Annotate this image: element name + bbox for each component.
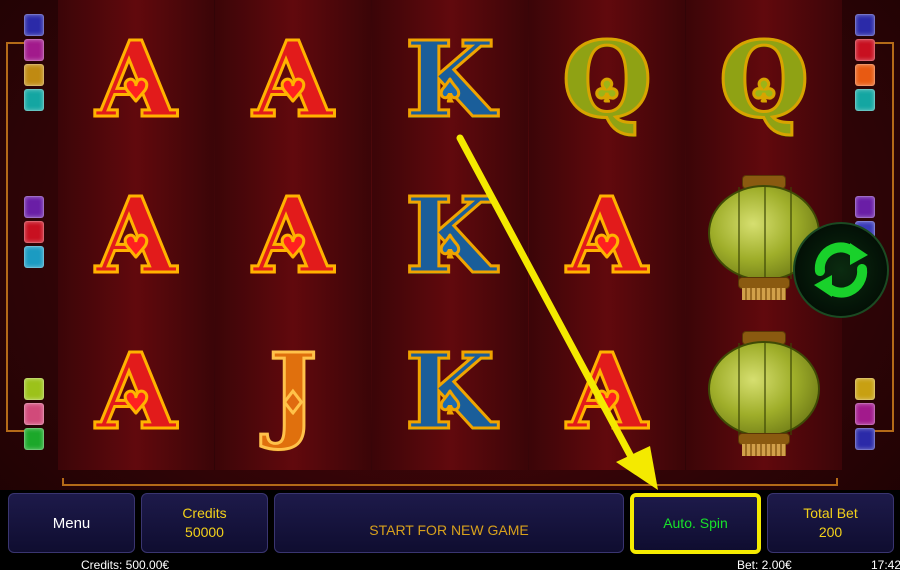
symbol-letter: A ♥	[94, 330, 178, 453]
status-credits: Credits: 500.00€	[81, 558, 170, 570]
reel-4: Q ♣ A ♥ A ♥	[529, 0, 685, 470]
symbol-cell	[686, 314, 842, 470]
symbol-letter: J ♦	[267, 330, 319, 453]
symbol-letter: A ♥	[251, 18, 335, 141]
payline-marker	[855, 428, 875, 450]
payline-marker	[24, 89, 44, 111]
credits-display[interactable]: Credits 50000	[141, 493, 268, 553]
status-time: 17:42	[871, 558, 900, 570]
auto-spin-button[interactable]: Auto. Spin	[630, 493, 761, 554]
symbol-letter: K ♠	[403, 174, 496, 297]
symbol-cell: A ♥	[215, 158, 371, 314]
diamond-icon: ♦	[278, 386, 308, 422]
payline-markers-left-middle	[24, 196, 44, 268]
credits-value: 50000	[185, 524, 224, 540]
spin-button[interactable]	[793, 222, 889, 318]
total-bet-display[interactable]: Total Bet 200	[767, 493, 894, 553]
symbol-letter: A ♥	[565, 174, 649, 297]
reels-grid: A ♥ A ♥ A ♥ A ♥ A ♥ J ♦ K ♠ K ♠ K ♠ Q ♣ A ♥ A ♥ Q ♣	[58, 0, 842, 470]
total-bet-value: 200	[818, 524, 843, 540]
payline-markers-right-bottom	[855, 378, 875, 450]
symbol-letter: A ♥	[251, 174, 335, 297]
reel-3: K ♠ K ♠ K ♠	[372, 0, 528, 470]
symbol-letter: A ♥	[565, 330, 649, 453]
payline-marker	[24, 428, 44, 450]
symbol-cell: A ♥	[58, 314, 214, 470]
symbol-cell: A ♥	[58, 2, 214, 158]
heart-icon: ♥	[278, 74, 308, 110]
refresh-icon	[814, 242, 868, 298]
club-icon: ♣	[749, 74, 779, 110]
payline-marker	[24, 14, 44, 36]
heart-icon: ♥	[592, 386, 622, 422]
payline-marker	[855, 89, 875, 111]
symbol-cell: J ♦	[215, 314, 371, 470]
menu-label: Menu	[52, 514, 91, 532]
bottom-frame	[62, 478, 838, 486]
symbol-cell: K ♠	[372, 2, 528, 158]
payline-marker	[24, 39, 44, 61]
symbol-letter: Q ♣	[717, 18, 811, 141]
spade-icon: ♠	[435, 230, 465, 266]
menu-button[interactable]: Menu	[8, 493, 135, 553]
heart-icon: ♥	[121, 386, 151, 422]
left-frame	[6, 42, 26, 432]
payline-marker	[24, 403, 44, 425]
payline-marker	[855, 403, 875, 425]
payline-marker	[855, 378, 875, 400]
payline-marker	[855, 39, 875, 61]
payline-marker	[855, 14, 875, 36]
game-stage: A ♥ A ♥ A ♥ A ♥ A ♥ J ♦ K ♠ K ♠ K ♠ Q ♣ A ♥ A ♥ Q ♣ Menu Credits …	[0, 0, 900, 570]
heart-icon: ♥	[121, 74, 151, 110]
symbol-cell: A ♥	[529, 158, 685, 314]
symbol-cell: A ♥	[529, 314, 685, 470]
reel-2: A ♥ A ♥ J ♦	[215, 0, 371, 470]
payline-markers-left-bottom	[24, 378, 44, 450]
symbol-letter: A ♥	[94, 18, 178, 141]
payline-marker	[24, 64, 44, 86]
symbol-cell: K ♠	[372, 158, 528, 314]
heart-icon: ♥	[121, 230, 151, 266]
payline-marker	[855, 196, 875, 218]
heart-icon: ♥	[278, 230, 308, 266]
symbol-cell: A ♥	[215, 2, 371, 158]
symbol-letter: K ♠	[403, 18, 496, 141]
reel-1: A ♥ A ♥ A ♥	[58, 0, 214, 470]
symbol-cell: A ♥	[58, 158, 214, 314]
payline-marker	[855, 64, 875, 86]
payline-marker	[24, 221, 44, 243]
spade-icon: ♠	[435, 386, 465, 422]
symbol-letter: K ♠	[403, 330, 496, 453]
symbol-letter: Q ♣	[560, 18, 654, 141]
payline-marker	[24, 246, 44, 268]
symbol-cell: Q ♣	[686, 2, 842, 158]
symbol-letter: A ♥	[94, 174, 178, 297]
payline-marker	[24, 196, 44, 218]
payline-marker	[24, 378, 44, 400]
start-new-game-button[interactable]: START FOR NEW GAME	[274, 493, 624, 553]
auto-spin-label: Auto. Spin	[663, 515, 728, 531]
payline-markers-left-top	[24, 14, 44, 111]
symbol-cell: Q ♣	[529, 2, 685, 158]
payline-markers-right-top	[855, 14, 875, 111]
club-icon: ♣	[592, 74, 622, 110]
heart-icon: ♥	[592, 230, 622, 266]
start-label: START FOR NEW GAME	[369, 521, 529, 538]
lantern-icon	[704, 327, 824, 457]
symbol-cell: K ♠	[372, 314, 528, 470]
status-bet: Bet: 2.00€	[737, 558, 792, 570]
total-bet-label: Total Bet	[803, 505, 858, 521]
credits-label: Credits	[182, 505, 227, 521]
spade-icon: ♠	[435, 74, 465, 110]
